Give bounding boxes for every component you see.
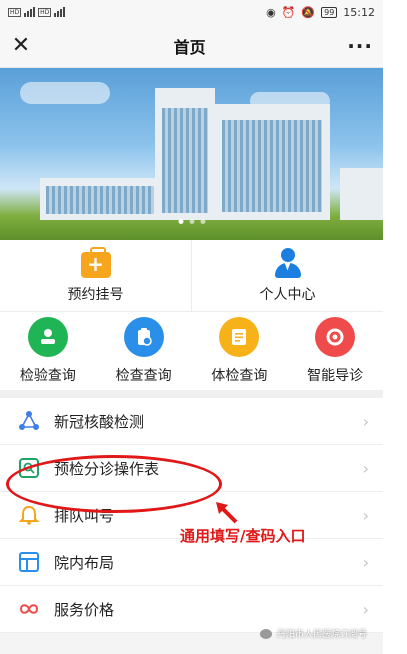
- signal-icon: [24, 7, 36, 17]
- lab-query-label: 检验查询: [19, 368, 76, 384]
- chevron-right-icon: ›: [362, 599, 369, 619]
- close-icon[interactable]: ✕: [10, 33, 32, 58]
- list-item-label: 新冠核酸检测: [54, 412, 145, 431]
- share-nodes-icon: [18, 410, 40, 432]
- link-icon: [18, 598, 40, 620]
- list-item-label: 院内布局: [54, 553, 115, 572]
- more-icon[interactable]: ···: [347, 34, 373, 58]
- mute-icon: 🔕: [301, 5, 316, 19]
- nav-bar: ✕ 首页 ···: [0, 24, 383, 68]
- carousel-dot[interactable]: [178, 219, 183, 224]
- carousel-dot[interactable]: [189, 219, 194, 224]
- form-search-icon: [18, 457, 40, 479]
- exam-query-button[interactable]: 检查查询: [96, 312, 192, 390]
- cloud-shape: [20, 82, 110, 104]
- list-item-label: 排队叫号: [54, 506, 115, 525]
- signal-indicators: HD HD: [8, 7, 66, 17]
- list-item-label: 服务价格: [54, 600, 115, 619]
- list-item-covid-test[interactable]: 新冠核酸检测 ›: [0, 398, 383, 445]
- eye-icon: ◉: [266, 5, 276, 19]
- chevron-right-icon: ›: [362, 411, 369, 431]
- alarm-icon: ⏰: [281, 5, 296, 19]
- smart-guide-label: 智能导诊: [307, 368, 364, 384]
- lab-query-button[interactable]: 检验查询: [0, 312, 96, 390]
- smart-guide-button[interactable]: 智能导诊: [287, 312, 383, 390]
- list-item-label: 预检分诊操作表: [54, 459, 160, 478]
- status-right: ◉ ⏰ 🔕 99 15:12: [266, 6, 375, 19]
- building-windows: [222, 120, 322, 212]
- service-list: 新冠核酸检测 › 预检分诊操作表 › 排队叫号 › 院内布局 › 服务价格 ›: [0, 398, 383, 633]
- personal-center-label: 个人中心: [259, 286, 316, 303]
- clock: 15:12: [343, 5, 375, 19]
- list-item-layout[interactable]: 院内布局 ›: [0, 539, 383, 586]
- signal-icon: [54, 7, 66, 17]
- watermark: 丹阳市人民医院订阅号: [259, 627, 367, 640]
- chevron-right-icon: ›: [362, 505, 369, 525]
- hospital-banner[interactable]: [0, 68, 383, 240]
- carousel-dots[interactable]: [178, 219, 205, 224]
- wechat-icon: [259, 628, 272, 639]
- guide-icon: [315, 317, 356, 357]
- checkup-query-label: 体检查询: [211, 368, 268, 384]
- lab-test-icon: [27, 317, 68, 357]
- building-windows: [46, 186, 154, 214]
- checkup-query-button[interactable]: 体检查询: [192, 312, 288, 390]
- building-side: [340, 168, 383, 220]
- list-item-triage-form[interactable]: 预检分诊操作表 ›: [0, 445, 383, 492]
- hd-icon: HD: [38, 7, 52, 17]
- annotation-note: 通用填写/查码入口: [180, 527, 306, 545]
- layout-icon: [18, 551, 40, 573]
- exam-query-label: 检查查询: [115, 368, 172, 384]
- personal-center-button[interactable]: 个人中心: [191, 240, 383, 311]
- appointment-label: 预约挂号: [67, 286, 124, 303]
- watermark-text: 丹阳市人民医院订阅号: [276, 630, 367, 640]
- phone-screen: HD HD ◉ ⏰ 🔕 99 15:12 ✕ 首页 ··· + 预约挂号 个人中…: [0, 0, 383, 654]
- report-icon: [219, 317, 260, 357]
- bell-icon: [18, 504, 40, 526]
- chevron-right-icon: ›: [362, 552, 369, 572]
- page-title: 首页: [173, 37, 206, 57]
- page-margin: [383, 0, 407, 654]
- appointment-button[interactable]: 预约挂号: [0, 240, 191, 311]
- status-bar: HD HD ◉ ⏰ 🔕 99 15:12: [0, 0, 383, 24]
- hd-icon: HD: [8, 7, 22, 17]
- carousel-dot[interactable]: [200, 219, 205, 224]
- battery-indicator: 99: [321, 6, 338, 18]
- building-windows: [162, 108, 208, 213]
- clipboard-check-icon: [123, 317, 164, 357]
- list-item-price[interactable]: 服务价格 ›: [0, 586, 383, 633]
- main-actions: 预约挂号 个人中心: [0, 240, 383, 312]
- service-grid: 检验查询 检查查询 体检查询 智能导诊: [0, 312, 383, 398]
- person-icon: [273, 247, 303, 278]
- medical-bag-icon: [80, 246, 111, 278]
- chevron-right-icon: ›: [362, 458, 369, 478]
